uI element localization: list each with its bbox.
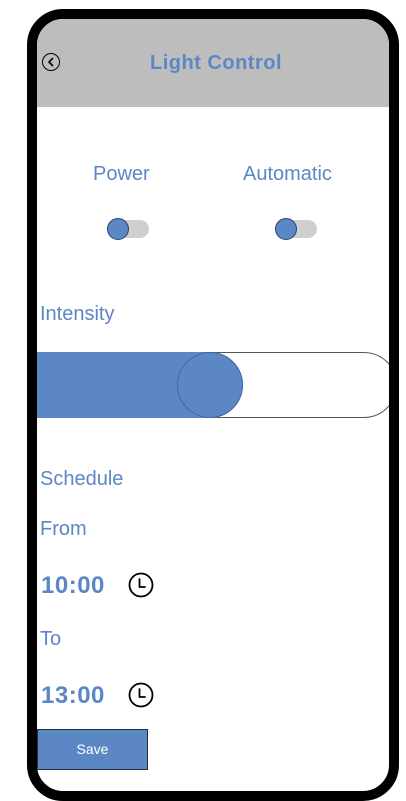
intensity-label: Intensity	[40, 303, 115, 325]
power-label: Power	[93, 163, 150, 185]
power-toggle[interactable]	[107, 218, 149, 240]
save-button[interactable]: Save	[37, 729, 148, 770]
intensity-slider-thumb[interactable]	[177, 352, 243, 418]
screen: Light Control Power Automatic Intensity …	[37, 19, 389, 791]
automatic-toggle-knob	[275, 218, 297, 240]
from-time[interactable]: 10:00	[41, 572, 105, 600]
phone-frame: Light Control Power Automatic Intensity …	[27, 9, 399, 801]
clock-icon	[128, 682, 154, 708]
from-label: From	[40, 518, 87, 540]
schedule-label: Schedule	[40, 468, 124, 490]
power-toggle-knob	[107, 218, 129, 240]
clock-icon	[128, 572, 154, 598]
intensity-slider[interactable]	[37, 352, 389, 418]
to-time-picker[interactable]	[128, 682, 154, 708]
to-label: To	[40, 628, 62, 650]
from-time-picker[interactable]	[128, 572, 154, 598]
to-time[interactable]: 13:00	[41, 682, 105, 710]
app-header: Light Control	[37, 19, 389, 107]
automatic-label: Automatic	[243, 163, 332, 185]
automatic-toggle[interactable]	[275, 218, 317, 240]
page-title: Light Control	[149, 52, 283, 74]
